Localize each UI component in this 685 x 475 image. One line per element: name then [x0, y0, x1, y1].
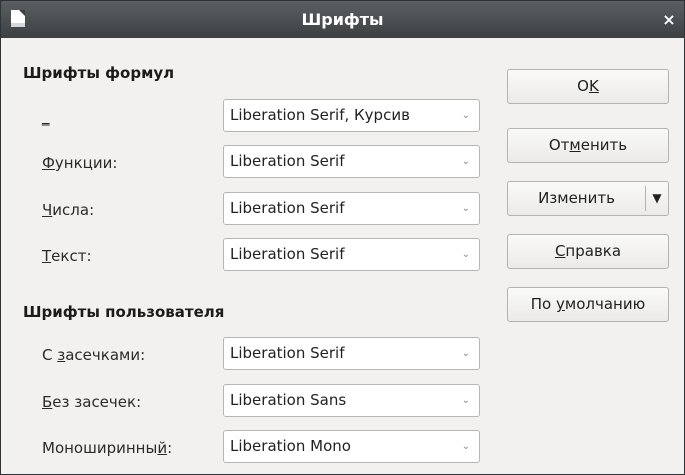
chevron-down-icon: ⌄ — [461, 156, 470, 167]
mono-font-combo[interactable]: Liberation Mono ⌄ — [223, 430, 480, 463]
numbers-label: Числа: — [42, 201, 95, 219]
text-font-combo[interactable]: Liberation Serif ⌄ — [223, 238, 480, 271]
help-button[interactable]: Справка — [507, 234, 669, 269]
combo-value: Liberation Serif — [230, 152, 345, 170]
functions-label: Функции: — [42, 154, 118, 172]
dialog-title: Шрифты — [301, 10, 384, 29]
ok-button[interactable]: OK — [507, 69, 669, 104]
modify-button-label[interactable]: Изменить — [508, 182, 645, 215]
chevron-down-icon: ⌄ — [461, 441, 470, 452]
chevron-down-icon: ⌄ — [461, 395, 470, 406]
user-fonts-heading: Шрифты пользователя — [23, 303, 225, 321]
serif-font-combo[interactable]: Liberation Serif ⌄ — [223, 337, 480, 370]
combo-value: Liberation Sans — [230, 391, 347, 409]
numbers-font-combo[interactable]: Liberation Serif ⌄ — [223, 192, 480, 225]
combo-value: Liberation Serif — [230, 199, 345, 217]
chevron-down-icon: ⌄ — [461, 203, 470, 214]
chevron-down-icon: ⌄ — [461, 348, 470, 359]
functions-font-combo[interactable]: Liberation Serif ⌄ — [223, 145, 480, 178]
serif-label: С засечками: — [42, 346, 146, 364]
variables-font-combo[interactable]: Liberation Serif, Курсив ⌄ — [223, 99, 480, 132]
sans-font-combo[interactable]: Liberation Sans ⌄ — [223, 384, 480, 417]
title-bar: Шрифты × — [1, 1, 684, 38]
formula-fonts-heading: Шрифты формул — [23, 64, 175, 82]
dropdown-arrow-icon[interactable]: ▼ — [646, 182, 668, 215]
combo-value: Liberation Serif — [230, 344, 345, 362]
fonts-dialog: Шрифты × Шрифты формул _ Liberation Seri… — [0, 0, 685, 475]
text-label: Текст: — [42, 247, 92, 265]
combo-value: Liberation Mono — [230, 437, 351, 455]
variables-label: _ — [42, 108, 50, 126]
close-icon[interactable]: × — [660, 1, 678, 38]
sans-label: Без засечек: — [42, 393, 142, 411]
combo-value: Liberation Serif — [230, 245, 345, 263]
combo-value: Liberation Serif, Курсив — [230, 106, 410, 124]
chevron-down-icon: ⌄ — [461, 110, 470, 121]
chevron-down-icon: ⌄ — [461, 249, 470, 260]
cancel-button[interactable]: Отменить — [507, 128, 669, 163]
default-button[interactable]: По умолчанию — [507, 287, 669, 322]
modify-button[interactable]: Изменить ▼ — [507, 181, 669, 216]
mono-label: Моноширинный: — [42, 439, 173, 457]
